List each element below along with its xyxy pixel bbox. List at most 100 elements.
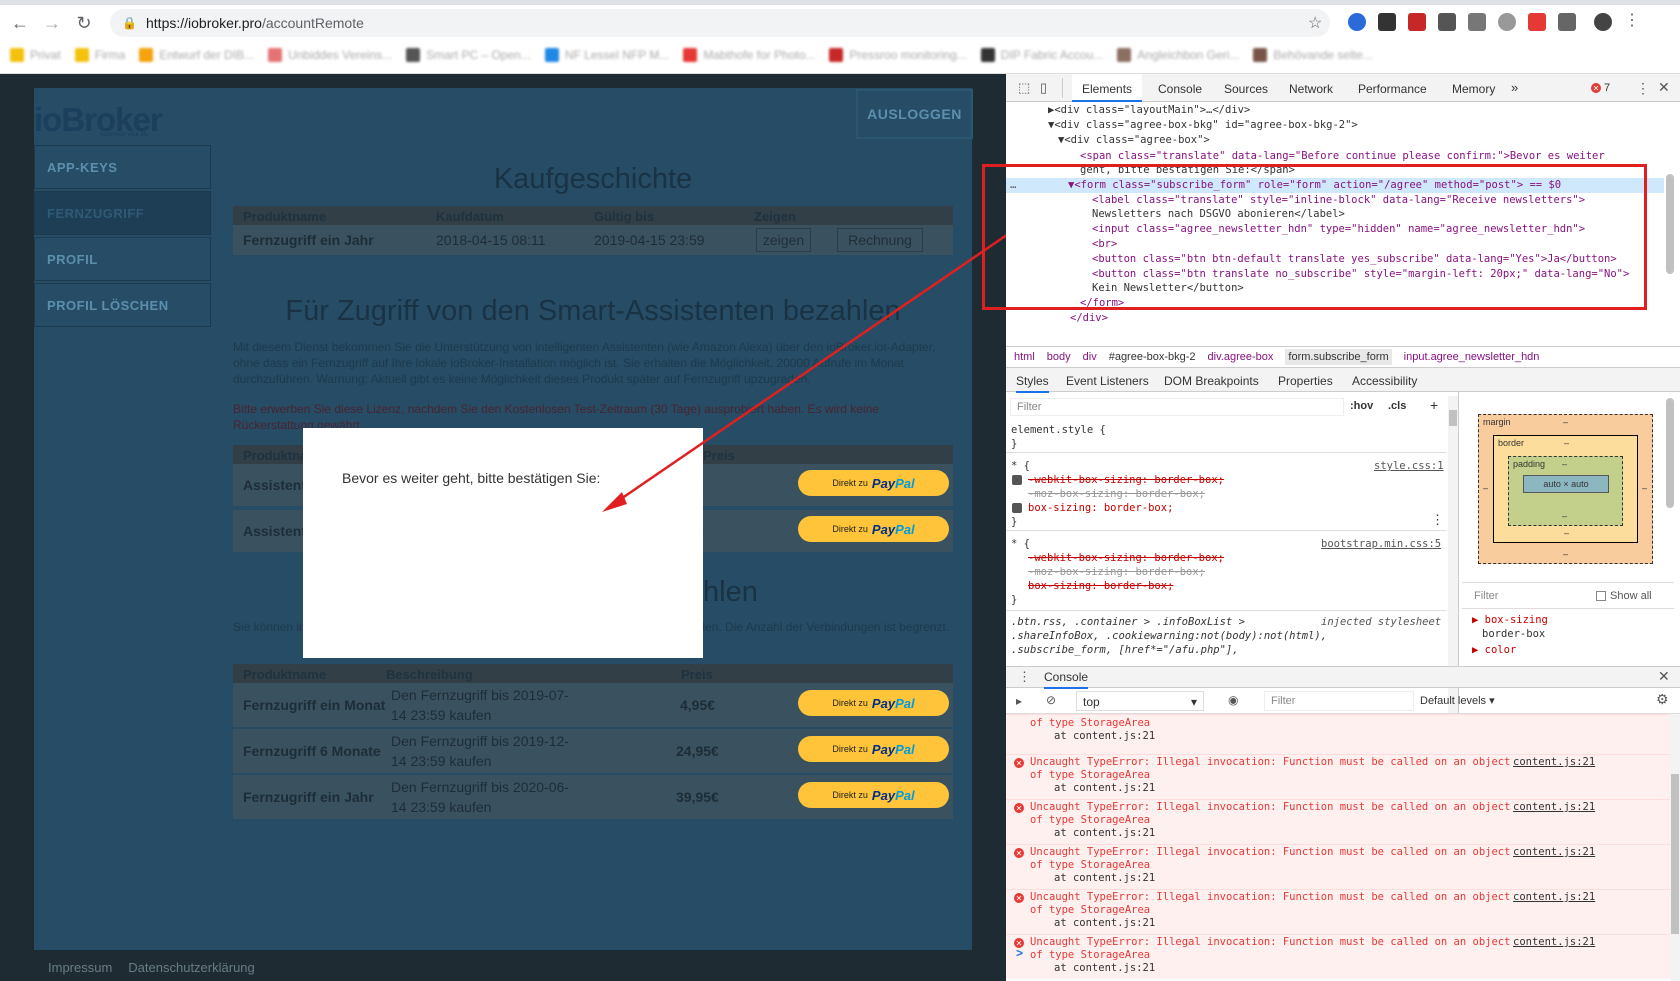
rule-source-link[interactable]: style.css:1 [1374, 460, 1444, 472]
computed-filter-input[interactable]: Filter [1474, 590, 1498, 602]
error-icon: ✕ [1591, 83, 1601, 93]
scroll-thumb[interactable] [1449, 410, 1457, 426]
rule-selector[interactable]: * { [1011, 538, 1030, 550]
drawer-menu-icon[interactable]: ⋮ [1018, 669, 1031, 685]
drawer-tab-console[interactable]: Console [1044, 670, 1089, 689]
checkbox[interactable] [1012, 503, 1022, 513]
error-text: of type StorageArea [1030, 949, 1151, 961]
box-model-content: auto × auto [1523, 475, 1609, 493]
source-link[interactable]: content.js:21 [1513, 756, 1595, 768]
sidebar-toggle-icon[interactable]: ▸ [1016, 694, 1022, 708]
inspect-icon[interactable]: ⬚ [1018, 80, 1030, 96]
dom-line[interactable]: ▼<div class="agree-box-bkg" id="agree-bo… [1048, 119, 1358, 131]
tab-properties[interactable]: Properties [1278, 374, 1333, 388]
error-icon: ✕ [1014, 803, 1024, 813]
hov-toggle[interactable]: :hov [1350, 400, 1373, 412]
breadcrumb[interactable]: #agree-box-bkg-2 [1109, 351, 1196, 363]
checkbox[interactable] [1596, 591, 1606, 601]
close-drawer-icon[interactable]: ✕ [1658, 668, 1670, 685]
error-text: of type StorageArea [1030, 814, 1151, 826]
source-link[interactable]: content.js:21 [1513, 846, 1595, 858]
device-toolbar-icon[interactable]: ▯ [1040, 80, 1047, 96]
log-levels-label: Default levels [1420, 695, 1487, 707]
source-link[interactable]: content.js:21 [1513, 936, 1595, 948]
tab-elements[interactable]: Elements [1072, 74, 1143, 102]
stack-link[interactable]: at content.js:21 [1054, 730, 1155, 744]
injected-selector[interactable]: .subscribe_form, [href*="/afu.php"], [1011, 644, 1239, 656]
error-counter[interactable]: ✕ 7 [1591, 82, 1610, 94]
injected-selector[interactable]: .btn.rss, .container > .infoBoxList > [1011, 616, 1245, 628]
breadcrumb[interactable]: form.subscribe_form [1285, 349, 1392, 365]
more-icon[interactable]: ⋮ [1431, 512, 1444, 528]
computed-prop[interactable]: ▶ box-sizing [1472, 614, 1548, 626]
border-top-value: – [1564, 438, 1570, 448]
breadcrumb[interactable]: html [1014, 351, 1035, 363]
dom-line[interactable]: <span class="translate" data-lang="Befor… [1080, 150, 1605, 162]
tab-dom-breakpoints[interactable]: DOM Breakpoints [1164, 374, 1259, 388]
styles-filter-input[interactable]: Filter [1010, 398, 1344, 416]
stack-link[interactable]: at content.js:21 [1054, 872, 1155, 886]
tab-performance[interactable]: Performance [1358, 82, 1427, 96]
element-style-rule[interactable]: element.style { [1011, 424, 1106, 436]
padding-top-value: – [1562, 459, 1568, 469]
tab-styles[interactable]: Styles [1016, 374, 1049, 393]
devtools-menu-icon[interactable]: ⋮ [1636, 80, 1650, 97]
clear-console-icon[interactable]: ⊘ [1046, 693, 1056, 707]
breadcrumb[interactable]: div [1083, 351, 1097, 363]
rule-source-link[interactable]: bootstrap.min.css:5 [1321, 538, 1441, 550]
close-icon[interactable]: ✕ [1658, 79, 1670, 96]
css-declaration[interactable]: -moz-box-sizing: border-box; [1028, 488, 1205, 500]
css-declaration[interactable]: -webkit-box-sizing: border-box; [1028, 474, 1224, 486]
dom-line[interactable]: ▼<div class="agree-box"> [1058, 134, 1210, 146]
computed-scrollbar[interactable] [1666, 398, 1674, 508]
breadcrumb[interactable]: div.agree-box [1208, 351, 1274, 363]
console-settings-icon[interactable]: ⚙ [1656, 691, 1669, 708]
console-filter-input[interactable]: Filter [1264, 691, 1414, 711]
tab-memory[interactable]: Memory [1452, 82, 1495, 96]
console-scrollbar[interactable] [1670, 714, 1680, 981]
rule-brace: } [1011, 516, 1018, 528]
tab-event-listeners[interactable]: Event Listeners [1066, 374, 1149, 388]
rule-brace: } [1011, 438, 1018, 450]
console-prompt[interactable]: > [1016, 946, 1023, 960]
log-levels-dropdown[interactable]: Default levels ▾ [1420, 694, 1495, 707]
tab-network[interactable]: Network [1289, 82, 1333, 96]
css-declaration[interactable]: -moz-box-sizing: border-box; [1028, 566, 1205, 578]
cls-toggle[interactable]: .cls [1388, 400, 1406, 412]
scroll-thumb[interactable] [1671, 774, 1679, 934]
checkbox[interactable] [1012, 475, 1022, 485]
rule-selector[interactable]: * { [1011, 460, 1030, 472]
breadcrumb[interactable]: body [1047, 351, 1071, 363]
devtools-panel: ⬚ ▯ Elements Console Sources Network Per… [982, 74, 1680, 981]
source-link[interactable]: content.js:21 [1513, 801, 1595, 813]
error-text: Uncaught TypeError: Illegal invocation: … [1030, 936, 1511, 948]
error-text: Uncaught TypeError: Illegal invocation: … [1030, 756, 1511, 768]
show-all-toggle[interactable]: Show all [1596, 590, 1652, 602]
more-tabs-icon[interactable]: » [1511, 80, 1518, 95]
new-rule-icon[interactable]: + [1430, 397, 1438, 413]
injected-selector[interactable]: .shareInfoBox, .cookiewarning:not(body):… [1011, 630, 1327, 642]
stack-link[interactable]: at content.js:21 [1054, 917, 1155, 931]
dom-line[interactable]: </div> [1070, 312, 1108, 324]
eye-icon[interactable]: ◉ [1228, 693, 1238, 707]
stack-link[interactable]: at content.js:21 [1054, 962, 1155, 976]
stack-link[interactable]: at content.js:21 [1054, 827, 1155, 841]
margin-right-value: – [1642, 483, 1648, 493]
padding-bottom-value: – [1562, 511, 1568, 521]
dom-scrollbar[interactable] [1666, 174, 1674, 274]
source-link[interactable]: content.js:21 [1513, 891, 1595, 903]
computed-prop[interactable]: ▶ color [1472, 644, 1516, 656]
error-count: 7 [1604, 82, 1611, 94]
css-declaration[interactable]: box-sizing: border-box; [1028, 502, 1173, 514]
tab-sources[interactable]: Sources [1224, 82, 1268, 96]
dom-line[interactable]: ▶<div class="layoutMain">…</div> [1048, 104, 1250, 116]
context-selector[interactable]: top ▾ [1076, 691, 1204, 711]
breadcrumb[interactable]: input.agree_newsletter_hdn [1404, 351, 1540, 363]
tab-console[interactable]: Console [1158, 82, 1202, 96]
stack-link[interactable]: at content.js:21 [1054, 782, 1155, 796]
css-declaration[interactable]: -webkit-box-sizing: border-box; [1028, 552, 1224, 564]
css-declaration[interactable]: box-sizing: border-box; [1028, 580, 1173, 592]
border-label: border [1498, 438, 1525, 448]
dropdown-arrow-icon: ▾ [1190, 695, 1197, 709]
tab-accessibility[interactable]: Accessibility [1352, 374, 1417, 388]
